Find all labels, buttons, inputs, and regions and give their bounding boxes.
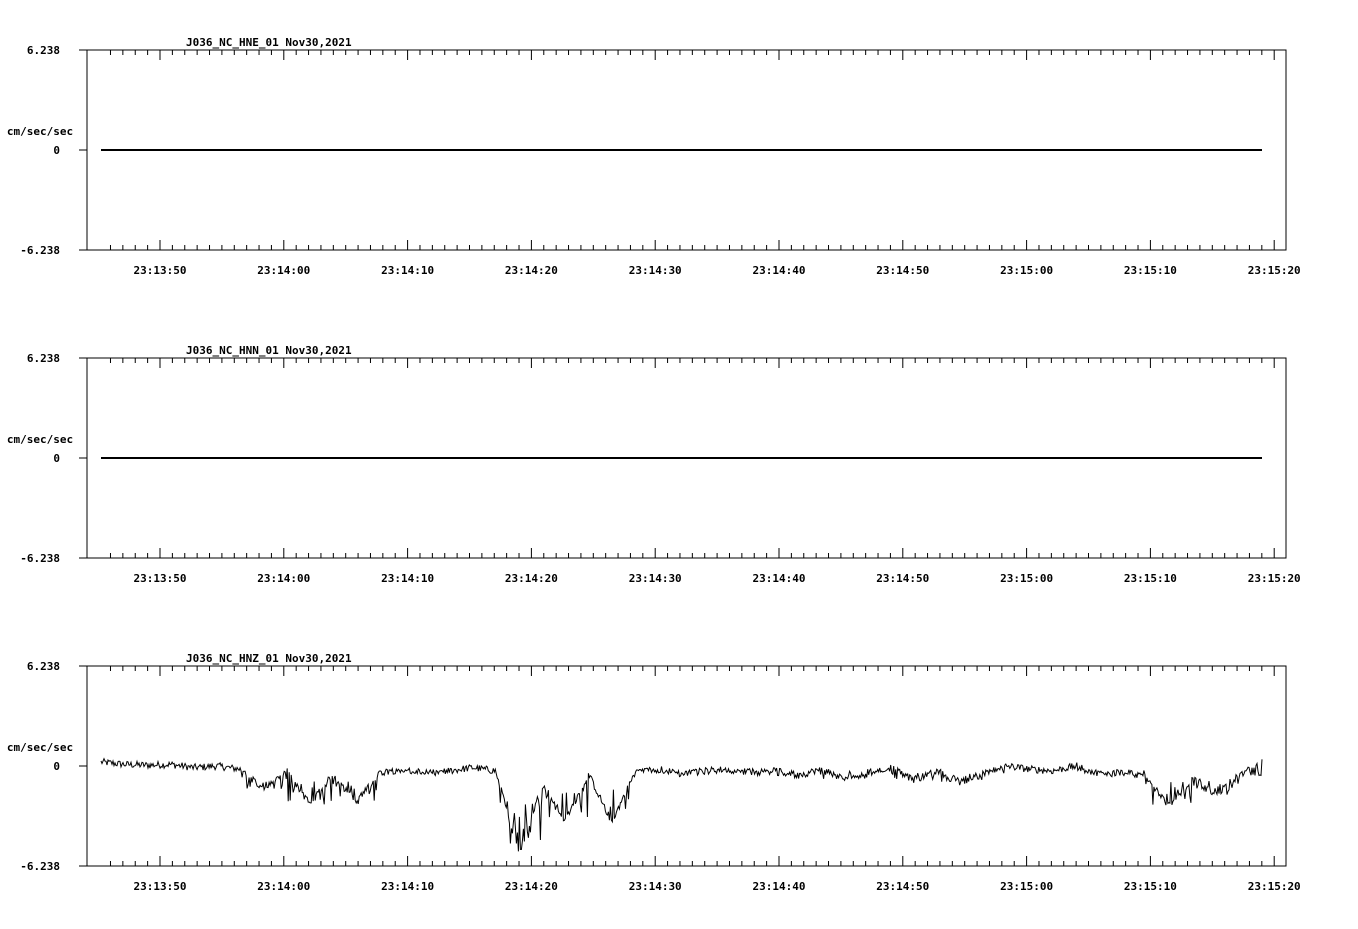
x-tick-label: 23:15:10 [1124, 572, 1177, 585]
x-tick-label: 23:13:50 [134, 264, 187, 277]
y-axis-label: cm/sec/sec [7, 741, 73, 754]
x-tick-label: 23:14:30 [629, 880, 682, 893]
y-tick-label-max: 6.238 [27, 44, 60, 57]
x-tick-label: 23:15:00 [1000, 264, 1053, 277]
panel-title: J036_NC_HNE_01 Nov30,2021 [186, 36, 352, 49]
x-tick-label: 23:14:50 [876, 264, 929, 277]
x-tick-label: 23:15:10 [1124, 880, 1177, 893]
x-tick-label: 23:14:40 [753, 880, 806, 893]
y-tick-label-min: -6.238 [20, 244, 60, 257]
x-tick-label: 23:14:40 [753, 572, 806, 585]
plot-frame [86, 665, 1287, 867]
x-tick-label: 23:14:50 [876, 572, 929, 585]
x-tick-label: 23:14:00 [257, 880, 310, 893]
y-tick-label-max: 6.238 [27, 660, 60, 673]
x-tick-label: 23:14:40 [753, 264, 806, 277]
seismogram-panel-3 [79, 665, 1287, 867]
x-tick-label: 23:13:50 [134, 880, 187, 893]
x-tick-label: 23:14:30 [629, 572, 682, 585]
seismogram-panel-2 [79, 357, 1287, 559]
x-tick-label: 23:14:50 [876, 880, 929, 893]
x-tick-label: 23:14:00 [257, 572, 310, 585]
y-tick-label-zero: 0 [53, 452, 60, 465]
x-tick-label: 23:15:00 [1000, 572, 1053, 585]
x-tick-label: 23:14:20 [505, 880, 558, 893]
x-tick-label: 23:15:00 [1000, 880, 1053, 893]
seismogram-figure: 6.238 0 -6.238 cm/sec/sec J036_NC_HNE_01 Nov… [0, 0, 1358, 924]
x-tick-label: 23:14:00 [257, 264, 310, 277]
x-tick-label: 23:14:20 [505, 264, 558, 277]
y-axis-label: cm/sec/sec [7, 125, 73, 138]
x-tick-label: 23:15:20 [1248, 572, 1301, 585]
x-tick-label: 23:15:10 [1124, 264, 1177, 277]
seismogram-panel-1 [79, 49, 1287, 251]
y-tick-label-zero: 0 [53, 144, 60, 157]
panel-title: J036_NC_HNN_01 Nov30,2021 [186, 344, 352, 357]
seismogram-trace [100, 757, 1263, 852]
y-tick-label-max: 6.238 [27, 352, 60, 365]
x-tick-label: 23:14:30 [629, 264, 682, 277]
x-tick-label: 23:14:10 [381, 264, 434, 277]
seismogram-svg: 6.238 0 -6.238 cm/sec/sec J036_NC_HNE_01 Nov… [7, 36, 1301, 893]
panel-title: J036_NC_HNZ_01 Nov30,2021 [186, 652, 352, 665]
x-tick-label: 23:15:20 [1248, 880, 1301, 893]
x-tick-label: 23:14:10 [381, 572, 434, 585]
y-tick-label-min: -6.238 [20, 860, 60, 873]
y-tick-label-min: -6.238 [20, 552, 60, 565]
y-axis-label: cm/sec/sec [7, 433, 73, 446]
x-tick-label: 23:14:10 [381, 880, 434, 893]
x-tick-label: 23:14:20 [505, 572, 558, 585]
y-tick-label-zero: 0 [53, 760, 60, 773]
x-tick-label: 23:15:20 [1248, 264, 1301, 277]
x-tick-label: 23:13:50 [134, 572, 187, 585]
